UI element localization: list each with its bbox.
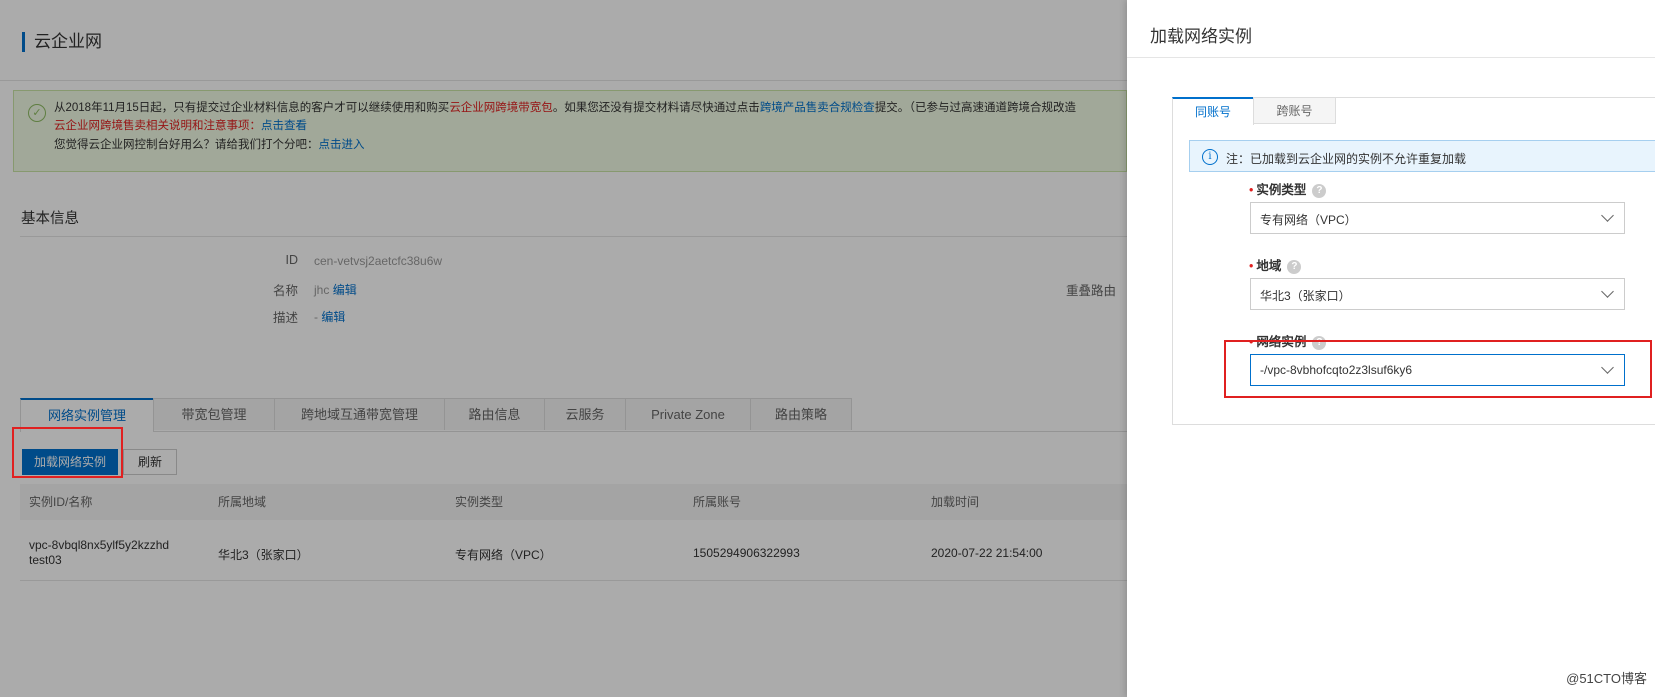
- region-select[interactable]: 华北3（张家口）: [1250, 278, 1625, 310]
- instance-type-select[interactable]: 专有网络（VPC）: [1250, 202, 1625, 234]
- drawer-title: 加载网络实例: [1150, 27, 1252, 46]
- highlight-box: [1224, 340, 1652, 398]
- chevron-down-icon: [1601, 209, 1614, 222]
- required-mark: •: [1249, 259, 1254, 273]
- region-label-text: 地域: [1256, 259, 1282, 273]
- instance-type-value: 专有网络（VPC）: [1260, 213, 1357, 227]
- instance-type-label-text: 实例类型: [1256, 183, 1307, 197]
- info-icon: i: [1202, 149, 1218, 165]
- region-value: 华北3（张家口）: [1260, 289, 1351, 303]
- info-text: 注：已加载到云企业网的实例不允许重复加载: [1226, 152, 1467, 166]
- tab-same-account[interactable]: 同账号: [1172, 97, 1254, 125]
- tab-cross-account[interactable]: 跨账号: [1253, 97, 1336, 124]
- region-label: • 地域?: [1249, 255, 1302, 274]
- modal-overlay[interactable]: [0, 0, 1127, 697]
- highlight-box: [12, 427, 123, 478]
- chevron-down-icon: [1601, 285, 1614, 298]
- required-mark: •: [1249, 183, 1254, 197]
- help-icon[interactable]: ?: [1312, 183, 1327, 198]
- info-notice: i 注：已加载到云企业网的实例不允许重复加载: [1189, 140, 1655, 172]
- watermark: @51CTO博客: [1566, 671, 1647, 686]
- instance-type-label: • 实例类型?: [1249, 179, 1327, 198]
- help-icon[interactable]: ?: [1287, 259, 1302, 274]
- console-page: 云企业网 ✓ 从2018年11月15日起，只有提交过企业材料信息的客户才可以继续…: [0, 0, 1127, 697]
- divider: [1127, 57, 1655, 58]
